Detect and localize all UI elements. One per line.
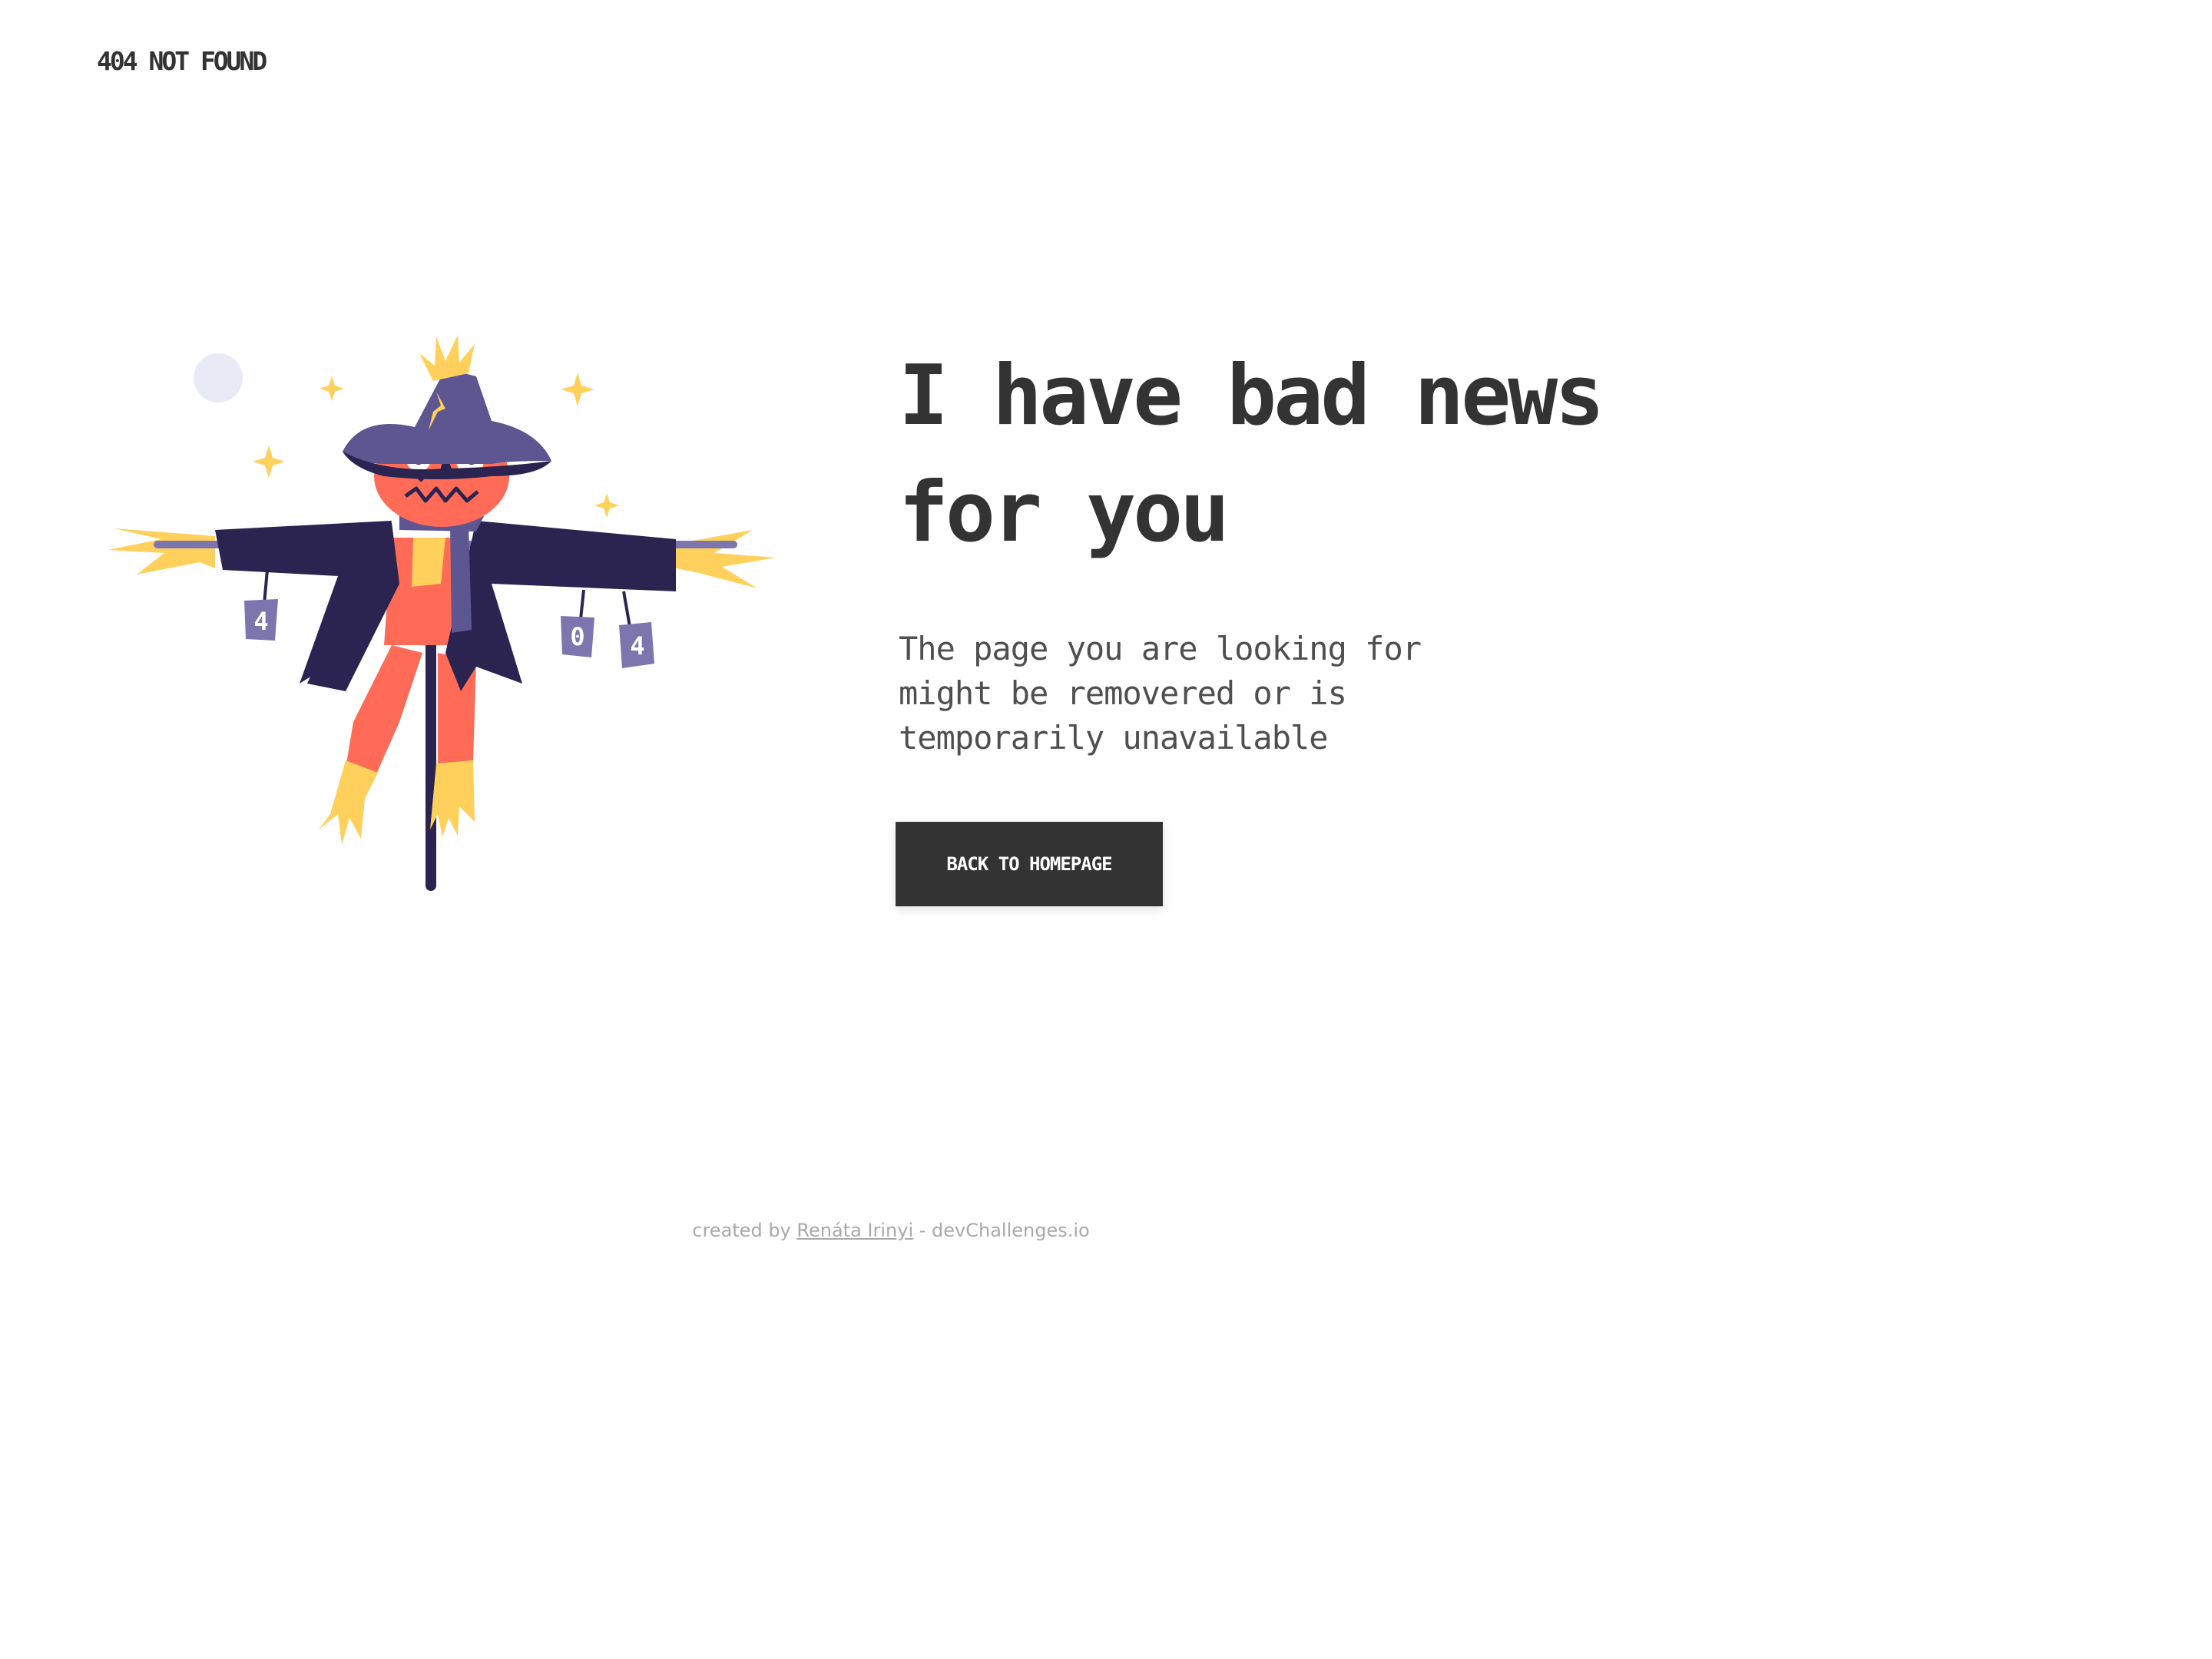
page-headline: I have bad news for you <box>899 348 1604 561</box>
footer-suffix: - devChallenges.io <box>913 1220 1090 1241</box>
sparkle-icon <box>561 373 594 406</box>
scarecrow-illustration: 4 0 4 <box>108 323 791 899</box>
error-content: I have bad news for you The page you are… <box>899 338 1820 760</box>
footer-prefix: created by <box>692 1220 797 1241</box>
sparkle-icon <box>594 493 619 518</box>
error-description: The page you are looking for might be re… <box>899 630 1422 757</box>
sparkle-icon <box>320 376 344 401</box>
back-to-homepage-button[interactable]: BACK TO HOMEPAGE <box>896 822 1163 906</box>
sparkle-icon <box>253 445 285 478</box>
site-title: 404 NOT FOUND <box>97 46 267 76</box>
footer-credit: created by Renáta Irinyi - devChallenges… <box>0 1220 1782 1241</box>
can-digit-1: 4 <box>253 607 268 636</box>
author-link[interactable]: Renáta Irinyi <box>796 1220 913 1241</box>
can-digit-2: 0 <box>570 622 584 651</box>
moon-icon <box>194 353 243 402</box>
can-digit-3: 4 <box>630 631 644 661</box>
